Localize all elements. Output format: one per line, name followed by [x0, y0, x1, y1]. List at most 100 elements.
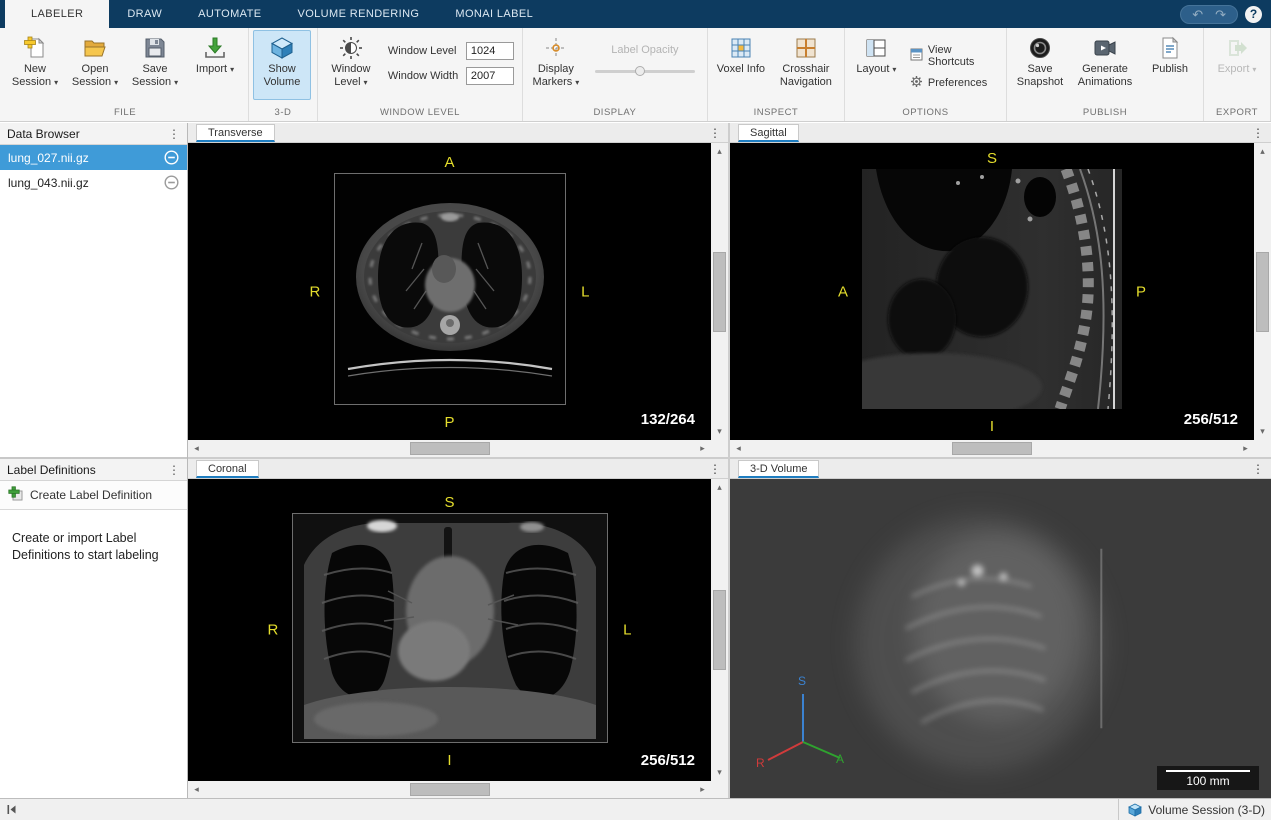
- scroll-right-icon[interactable]: ▸: [694, 440, 711, 457]
- coronal-pane-menu-icon[interactable]: ⋮: [709, 462, 721, 476]
- scroll-track[interactable]: [747, 440, 1237, 457]
- transverse-slice-image[interactable]: A R L P 132/264: [188, 143, 711, 440]
- crosshair-navigation-button[interactable]: Crosshair Navigation: [772, 30, 840, 100]
- volume-tab[interactable]: 3-D Volume: [738, 460, 819, 478]
- scroll-down-icon[interactable]: ▾: [1254, 423, 1271, 440]
- section-caption-publish: PUBLISH: [1011, 105, 1199, 121]
- collapse-statusbar-icon[interactable]: [6, 803, 19, 816]
- sagittal-pane-menu-icon[interactable]: ⋮: [1252, 126, 1264, 140]
- axis-label-anterior: A: [836, 752, 844, 766]
- redo-icon[interactable]: ↷: [1215, 8, 1226, 21]
- volume-pane-menu-icon[interactable]: ⋮: [1252, 462, 1264, 476]
- options-column: View Shortcuts Preferences: [906, 30, 1002, 91]
- window-width-field-label: Window Width: [388, 70, 460, 82]
- voxel-info-button[interactable]: Voxel Info: [712, 30, 770, 100]
- left-sidebar: Data Browser ⋮ lung_027.nii.gz lung_043.…: [0, 123, 188, 798]
- section-caption-display: DISPLAY: [527, 105, 703, 121]
- scroll-up-icon[interactable]: ▴: [1254, 143, 1271, 160]
- scroll-down-icon[interactable]: ▾: [711, 423, 728, 440]
- scrollbar-corner: [711, 781, 728, 798]
- open-session-button[interactable]: Open Session▾: [66, 30, 124, 100]
- window-level-button[interactable]: Window Level▾: [322, 30, 380, 100]
- scroll-down-icon[interactable]: ▾: [711, 764, 728, 781]
- label-definitions-menu-icon[interactable]: ⋮: [168, 463, 180, 477]
- layout-button[interactable]: Layout▾: [849, 30, 904, 100]
- medical-image-labeler-app: LABELER DRAW AUTOMATE VOLUME RENDERING M…: [0, 0, 1271, 820]
- show-volume-toggle-button[interactable]: Show Volume: [253, 30, 311, 100]
- scroll-up-icon[interactable]: ▴: [711, 143, 728, 160]
- coronal-slice-image[interactable]: S R L I 256/512: [188, 479, 711, 781]
- axis-label-right: R: [756, 756, 765, 770]
- viewport-3d-volume: 3-D Volume ⋮: [730, 459, 1271, 798]
- remove-file-icon[interactable]: [164, 150, 179, 165]
- save-session-button[interactable]: Save Session▾: [126, 30, 184, 100]
- volume-session-cube-icon: [1128, 803, 1142, 817]
- scroll-thumb[interactable]: [713, 252, 726, 332]
- scroll-right-icon[interactable]: ▸: [1237, 440, 1254, 457]
- label-definitions-title: Label Definitions: [7, 463, 96, 477]
- file-item-lung-043[interactable]: lung_043.nii.gz: [0, 170, 187, 195]
- import-button[interactable]: Import▾: [186, 30, 244, 100]
- sagittal-vertical-scrollbar[interactable]: ▴ ▾: [1254, 143, 1271, 440]
- publish-button[interactable]: Publish: [1141, 30, 1199, 100]
- data-browser-title: Data Browser: [7, 127, 80, 141]
- view-shortcuts-button[interactable]: View Shortcuts: [910, 44, 996, 68]
- scroll-thumb[interactable]: [410, 783, 490, 796]
- remove-file-icon[interactable]: [164, 175, 179, 190]
- coronal-vertical-scrollbar[interactable]: ▴ ▾: [711, 479, 728, 781]
- scroll-up-icon[interactable]: ▴: [711, 479, 728, 496]
- window-level-input[interactable]: [466, 42, 514, 60]
- transverse-tab[interactable]: Transverse: [196, 124, 275, 142]
- window-width-input[interactable]: [466, 67, 514, 85]
- scale-bar: 100 mm: [1157, 766, 1259, 790]
- file-item-lung-027[interactable]: lung_027.nii.gz: [0, 145, 187, 170]
- scroll-track[interactable]: [711, 496, 728, 764]
- scroll-thumb[interactable]: [1256, 252, 1269, 332]
- display-markers-button[interactable]: Display Markers▾: [527, 30, 585, 100]
- scroll-track[interactable]: [1254, 160, 1271, 423]
- generate-animations-button[interactable]: Generate Animations: [1071, 30, 1139, 100]
- session-label: Volume Session (3-D): [1148, 803, 1265, 817]
- data-browser-menu-icon[interactable]: ⋮: [168, 127, 180, 141]
- tab-labeler[interactable]: LABELER: [5, 0, 109, 28]
- layout-label: Layout▾: [856, 63, 896, 76]
- transverse-vertical-scrollbar[interactable]: ▴ ▾: [711, 143, 728, 440]
- preferences-button[interactable]: Preferences: [910, 75, 996, 91]
- transverse-horizontal-scrollbar[interactable]: ◂ ▸: [188, 440, 711, 457]
- new-session-button[interactable]: New Session▾: [6, 30, 64, 100]
- help-button[interactable]: ?: [1245, 6, 1262, 23]
- scroll-track[interactable]: [205, 781, 694, 798]
- publish-label: Publish: [1152, 63, 1188, 76]
- data-browser-header: Data Browser ⋮: [0, 123, 187, 145]
- sagittal-slice-image[interactable]: S A P I 256/512: [730, 143, 1254, 440]
- create-label-definition-button[interactable]: Create Label Definition: [0, 481, 187, 510]
- scroll-left-icon[interactable]: ◂: [730, 440, 747, 457]
- scroll-left-icon[interactable]: ◂: [188, 781, 205, 798]
- scroll-right-icon[interactable]: ▸: [694, 781, 711, 798]
- scroll-thumb[interactable]: [952, 442, 1032, 455]
- tab-volume-rendering[interactable]: VOLUME RENDERING: [279, 0, 437, 28]
- window-level-button-label: Window Level▾: [324, 63, 378, 89]
- volume-render-view[interactable]: S R A 100 mm: [730, 479, 1271, 798]
- transverse-ct-slice: [334, 173, 566, 405]
- scroll-track[interactable]: [711, 160, 728, 423]
- import-arrow-icon: [202, 35, 228, 61]
- undo-icon[interactable]: ↶: [1192, 8, 1203, 21]
- save-snapshot-button[interactable]: Save Snapshot: [1011, 30, 1069, 100]
- dropdown-caret-icon: ▾: [1252, 65, 1256, 74]
- sagittal-tab[interactable]: Sagittal: [738, 124, 799, 142]
- coronal-horizontal-scrollbar[interactable]: ◂ ▸: [188, 781, 711, 798]
- scroll-left-icon[interactable]: ◂: [188, 440, 205, 457]
- scroll-track[interactable]: [205, 440, 694, 457]
- sagittal-horizontal-scrollbar[interactable]: ◂ ▸: [730, 440, 1254, 457]
- tab-monai-label[interactable]: MONAI LABEL: [437, 0, 551, 28]
- section-caption-3d-volume: 3-D VOLUME: [253, 105, 313, 121]
- dropdown-caret-icon: ▾: [364, 78, 368, 87]
- label-opacity-group: Label Opacity: [587, 30, 703, 77]
- scroll-thumb[interactable]: [713, 590, 726, 670]
- coronal-tab[interactable]: Coronal: [196, 460, 259, 478]
- tab-draw[interactable]: DRAW: [109, 0, 180, 28]
- tab-automate[interactable]: AUTOMATE: [180, 0, 279, 28]
- transverse-pane-menu-icon[interactable]: ⋮: [709, 126, 721, 140]
- scroll-thumb[interactable]: [410, 442, 490, 455]
